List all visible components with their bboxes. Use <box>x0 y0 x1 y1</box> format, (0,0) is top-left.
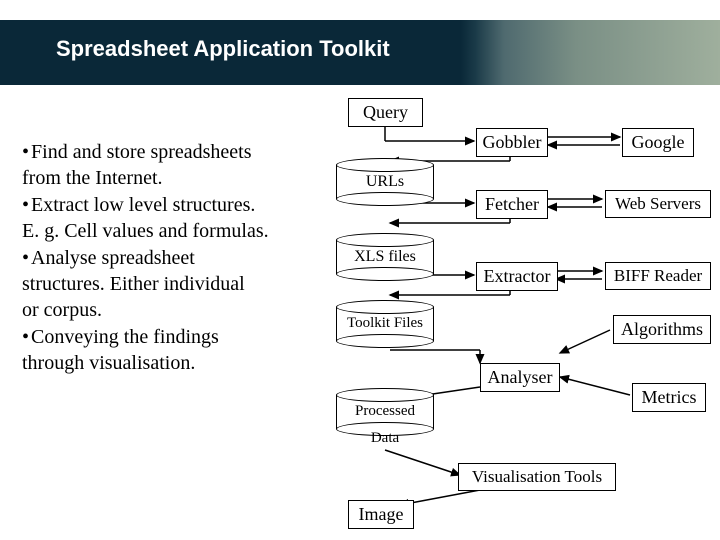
bullet-lead: Conveying the findings <box>22 325 332 351</box>
bullet-sub: or corpus. <box>22 298 332 324</box>
bullet-item: Extract low level structures. E. g. Cell… <box>22 193 332 244</box>
box-image: Image <box>348 500 414 529</box>
cyl-label: URLs <box>336 173 434 191</box>
box-metrics: Metrics <box>632 383 706 412</box>
bullet-sub: from the Internet. <box>22 166 332 192</box>
cyl-xls: XLS files <box>336 240 434 274</box>
bullet-item: Analyse spreadsheet structures. Either i… <box>22 246 332 323</box>
cyl-label: Processed <box>336 403 434 420</box>
cyl-urls: URLs <box>336 165 434 199</box>
bullet-lead: Extract low level structures. <box>22 193 332 219</box>
bullet-sub: structures. Either individual <box>22 272 332 298</box>
bullet-lead: Find and store spreadsheets <box>22 140 332 166</box>
cyl-label: XLS files <box>336 248 434 266</box>
box-webservers: Web Servers <box>605 190 711 218</box>
box-analyser: Analyser <box>480 363 560 392</box>
bullet-sub: E. g. Cell values and formulas. <box>22 219 332 245</box>
cyl-label-sub: Data <box>336 430 434 447</box>
bullet-list: Find and store spreadsheets from the Int… <box>22 140 332 378</box>
bullet-item: Find and store spreadsheets from the Int… <box>22 140 332 191</box>
pipeline-diagram: Query Gobbler Google URLs Fetcher Web Se… <box>330 95 710 520</box>
box-vistools: Visualisation Tools <box>458 463 616 491</box>
page-title: Spreadsheet Application Toolkit <box>56 36 390 62</box>
cyl-toolkit: Toolkit Files <box>336 307 434 341</box>
bullet-lead: Analyse spreadsheet <box>22 246 332 272</box>
cyl-label: Toolkit Files <box>336 315 434 332</box>
box-fetcher: Fetcher <box>476 190 548 219</box>
box-query: Query <box>348 98 423 127</box>
bullet-item: Conveying the findings through visualisa… <box>22 325 332 376</box>
box-biff: BIFF Reader <box>605 262 711 290</box>
bullet-sub: through visualisation. <box>22 351 332 377</box>
cyl-processed: Processed Data <box>336 395 434 429</box>
box-extractor: Extractor <box>476 262 558 291</box>
box-algorithms: Algorithms <box>613 315 711 344</box>
box-google: Google <box>622 128 694 157</box>
box-gobbler: Gobbler <box>476 128 548 157</box>
